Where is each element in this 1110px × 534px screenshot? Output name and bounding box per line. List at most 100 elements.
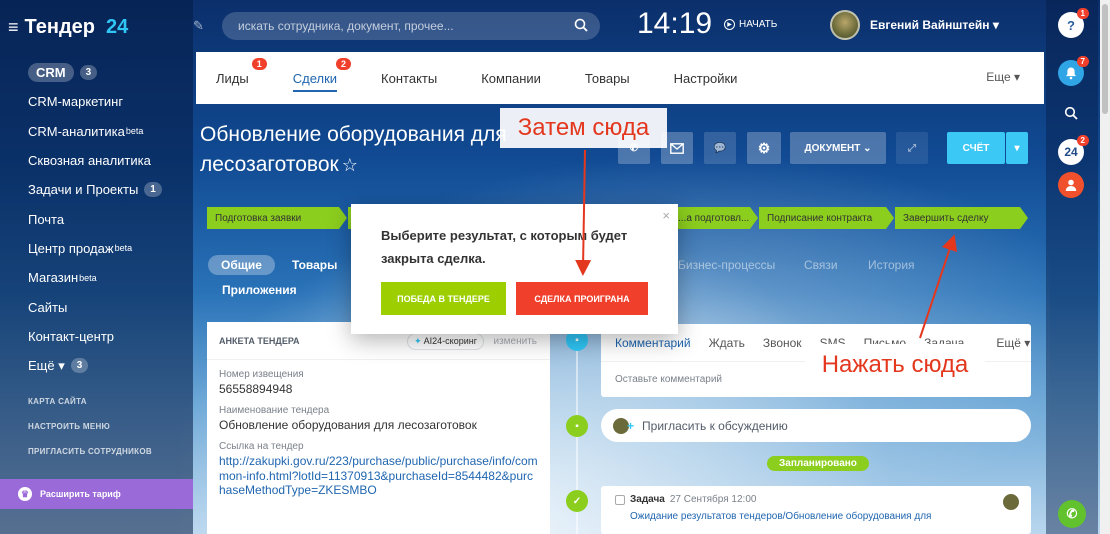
counter-badge: 1 (144, 182, 162, 198)
tabs-more-button[interactable]: Еще ▾ (986, 70, 1020, 84)
fullscreen-button[interactable]: ⤢ (896, 132, 928, 164)
tab-comment[interactable]: Комментарий (615, 336, 691, 350)
sitemap-link[interactable]: Карта сайта (28, 397, 87, 406)
scrollbar-thumb[interactable] (1102, 4, 1108, 114)
sidebar-item-mail[interactable]: Почта (0, 204, 193, 233)
tab-more[interactable]: Ещё ▾ (996, 336, 1030, 350)
avatar[interactable] (830, 10, 860, 40)
subtab-apps[interactable]: Приложения (222, 283, 297, 297)
chat-icon: 💬 (713, 142, 727, 154)
gear-icon: ⚙ (757, 139, 771, 156)
setup-menu-link[interactable]: Настроить меню (28, 422, 110, 431)
field-value: 56558894948 (219, 382, 293, 396)
scrollbar[interactable] (1100, 0, 1110, 534)
tab-deals[interactable]: Сделки 2 (271, 52, 359, 104)
tab-wait[interactable]: Ждать (709, 336, 745, 350)
close-icon[interactable]: × (662, 208, 670, 223)
task-title: Задача 27 Сентября 12:00 (615, 494, 1017, 505)
subtab-links[interactable]: Связи (804, 258, 838, 272)
upgrade-label: Расширить тариф (40, 489, 121, 499)
upgrade-plan-button[interactable]: ♛ Расширить тариф (0, 479, 193, 509)
stage-contract-signing[interactable]: Подписание контракта (759, 207, 894, 229)
stage-prepared[interactable]: ...а подготовл... (670, 207, 758, 229)
tab-label: Контакты (381, 70, 438, 86)
tab-contacts[interactable]: Контакты (359, 52, 459, 104)
task-link[interactable]: Ожидание результатов тендеров/Обновление… (615, 511, 1017, 522)
pencil-icon[interactable]: ✎ (193, 18, 204, 34)
sidebar-item-contact-center[interactable]: Контакт-центр (0, 322, 193, 351)
tab-label: Настройки (673, 70, 738, 86)
search-icon[interactable] (574, 18, 588, 32)
subtab-history[interactable]: История (868, 258, 915, 272)
beta-label: beta (125, 126, 144, 137)
win-tender-button[interactable]: ПОБЕДА В ТЕНДЕРЕ (381, 282, 506, 315)
notifications-button[interactable]: 7 (1058, 56, 1089, 86)
sidebar-item-sales-center[interactable]: Центр продаж beta (0, 234, 193, 263)
sidebar-item-crm-analytics[interactable]: CRM-аналитика beta (0, 117, 193, 146)
settings-button[interactable]: ⚙ (747, 132, 781, 164)
question-icon: ? (1067, 17, 1075, 33)
tab-settings[interactable]: Настройки (652, 52, 760, 104)
annotation-click-here: Нажать сюда (805, 344, 985, 386)
sidebar-item-label: Сайты (28, 299, 68, 315)
search-icon (1064, 106, 1078, 120)
sidebar-item-tasks[interactable]: Задачи и Проекты 1 (0, 175, 193, 204)
sidebar-item-more[interactable]: Ещё ▾ 3 (0, 351, 193, 380)
invoice-dropdown-button[interactable]: ▾ (1006, 132, 1028, 164)
subtab-products[interactable]: Товары (292, 258, 337, 272)
logo[interactable]: ≡ Тендер 24 (8, 16, 128, 39)
deal-lost-button[interactable]: СДЕЛКА ПРОИГРАНА (516, 282, 648, 315)
sidebar-item-crm[interactable]: CRM 3 (0, 58, 193, 87)
play-icon: ▶ (724, 19, 735, 30)
subtab-business-processes[interactable]: Бизнес-процессы (678, 258, 775, 272)
invoice-button[interactable]: СЧЁТ (947, 132, 1005, 164)
b24-button[interactable]: 24 2 (1058, 135, 1089, 165)
tab-label: Компании (481, 70, 541, 86)
tender-form-card: АНКЕТА ТЕНДЕРА ✦ AI24-скоринг изменить Н… (207, 322, 550, 534)
edit-link[interactable]: изменить (493, 336, 537, 347)
tender-link[interactable]: http://zakupki.gov.ru/223/purchase/publi… (219, 454, 538, 498)
tab-badge: 1 (251, 58, 267, 70)
sidebar-item-shop[interactable]: Магазин beta (0, 263, 193, 292)
document-button[interactable]: ДОКУМЕНТ ⌄ (790, 132, 886, 164)
start-workday-button[interactable]: ▶ НАЧАТЬ (724, 19, 777, 30)
field-tender-name: Наименование тендера Обновление оборудов… (207, 405, 550, 432)
crm-tabs: Лиды 1 Сделки 2 Контакты Компании Товары Н… (196, 52, 1044, 104)
popup-message: Выберите результат, с которым будет закр… (381, 228, 628, 266)
tab-leads[interactable]: Лиды 1 (196, 52, 271, 104)
invite-staff-link[interactable]: Пригласить сотрудников (28, 447, 152, 456)
envelope-icon (670, 142, 684, 154)
call-button[interactable]: ✆ (1058, 500, 1086, 528)
menu-icon[interactable]: ≡ (8, 17, 19, 38)
search-bar[interactable] (222, 12, 600, 40)
tab-label: Лиды (216, 70, 249, 86)
counter-badge: 3 (79, 65, 98, 81)
task-checkbox[interactable] (615, 494, 625, 505)
help-button[interactable]: ? 1 (1058, 8, 1089, 38)
stage-preparation[interactable]: Подготовка заявки (207, 207, 347, 229)
ai-scoring-badge[interactable]: ✦ AI24-скоринг (407, 333, 484, 350)
ai-label: AI24-скоринг (423, 336, 477, 346)
star-icon[interactable]: ☆ (342, 155, 358, 175)
sidebar-item-crm-marketing[interactable]: CRM-маркетинг (0, 87, 193, 116)
search-input[interactable] (238, 19, 568, 33)
help-badge: 1 (1076, 8, 1089, 19)
tab-badge: 2 (336, 58, 352, 70)
tab-products[interactable]: Товары (563, 52, 652, 104)
sidebar-item-label: Сквозная аналитика (28, 153, 151, 169)
sidebar-item-label: CRM-маркетинг (28, 94, 124, 110)
user-menu[interactable]: Евгений Вайнштейн ▾ (830, 10, 999, 40)
subtab-general[interactable]: Общие (208, 255, 275, 275)
contacts-button[interactable] (1058, 172, 1084, 198)
b24-icon: 24 (1064, 145, 1078, 159)
invite-to-discussion[interactable]: + Пригласить к обсуждению (601, 409, 1031, 442)
stage-complete-deal[interactable]: Завершить сделку (895, 207, 1028, 229)
expand-icon: ⤢ (908, 142, 916, 154)
search-button[interactable] (1058, 100, 1084, 126)
sidebar-item-sites[interactable]: Сайты (0, 292, 193, 321)
tab-call[interactable]: Звонок (763, 336, 802, 350)
tab-companies[interactable]: Компании (459, 52, 563, 104)
chat-action-button[interactable]: 💬 (704, 132, 736, 164)
sidebar-item-end-to-end-analytics[interactable]: Сквозная аналитика (0, 146, 193, 175)
person-icon (1065, 179, 1077, 191)
